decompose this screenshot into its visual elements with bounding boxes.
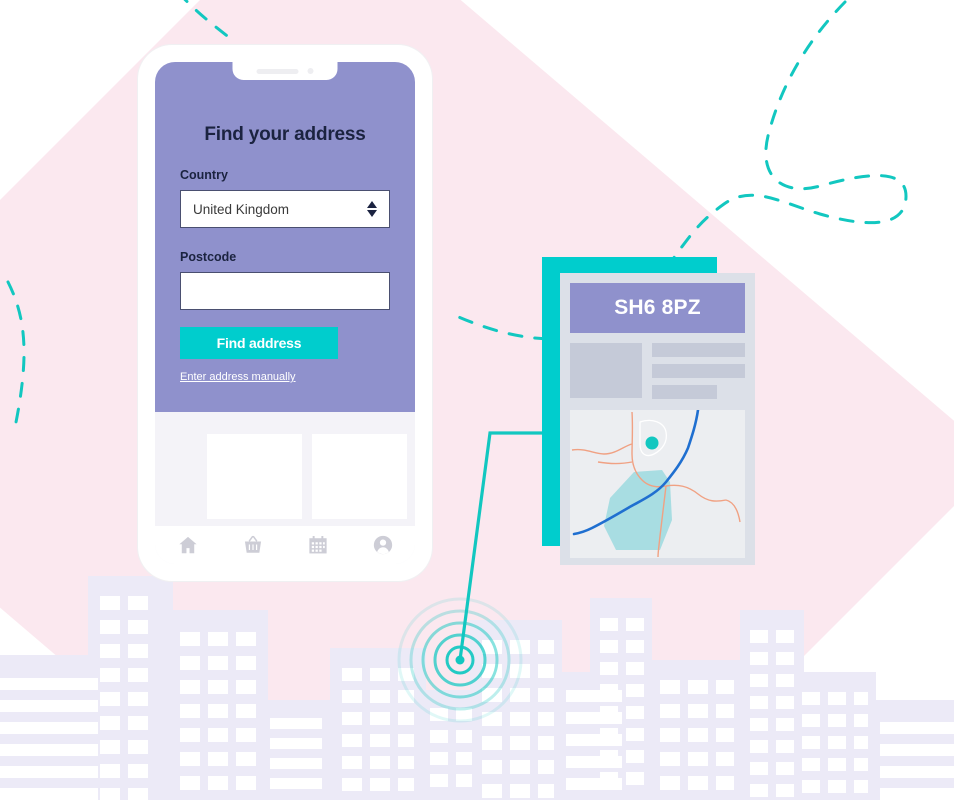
- postcode-banner: SH6 8PZ: [570, 283, 745, 333]
- radar-center-dot: [455, 655, 465, 665]
- bottom-tab-bar: [155, 526, 415, 564]
- skeleton-line: [652, 364, 745, 378]
- skeleton-line: [652, 343, 745, 357]
- phone-notch: [232, 62, 338, 80]
- country-select-value: United Kingdom: [193, 201, 290, 217]
- enter-address-manually-link[interactable]: Enter address manually: [180, 371, 296, 383]
- phone-content-area: [155, 412, 415, 526]
- dashed-path-left-edge: [6, 280, 26, 434]
- result-map[interactable]: [570, 410, 745, 558]
- dashed-path-top-left: [183, 0, 237, 44]
- postcode-result-card: SH6 8PZ: [560, 273, 755, 565]
- calendar-icon: [307, 534, 329, 556]
- notch-camera-icon: [307, 68, 314, 74]
- content-placeholder-card: [207, 434, 302, 519]
- tab-home[interactable]: [155, 534, 220, 556]
- country-select[interactable]: United Kingdom: [180, 190, 390, 228]
- illustration-canvas: SH6 8PZ Find your address Country United…: [0, 0, 954, 800]
- postcode-input-wrap[interactable]: [180, 272, 390, 310]
- country-label: Country: [180, 168, 228, 182]
- chevron-down-icon: [367, 210, 377, 217]
- result-skeleton-row: [570, 343, 745, 399]
- home-icon: [177, 534, 199, 556]
- postcode-input[interactable]: [181, 273, 389, 309]
- chevron-up-icon: [367, 201, 377, 208]
- content-placeholder-card: [312, 434, 407, 519]
- tab-basket[interactable]: [220, 534, 285, 556]
- select-stepper-icon: [367, 201, 377, 217]
- basket-icon: [242, 534, 264, 556]
- address-form-panel: Find your address Country United Kingdom…: [155, 62, 415, 412]
- phone-mockup: Find your address Country United Kingdom…: [138, 45, 432, 581]
- notch-speaker-icon: [256, 68, 299, 74]
- phone-screen: Find your address Country United Kingdom…: [155, 62, 415, 564]
- skeleton-text-lines: [652, 343, 745, 399]
- account-icon: [372, 534, 394, 556]
- radar-rings: [397, 597, 523, 723]
- find-address-button[interactable]: Find address: [180, 327, 338, 359]
- postcode-value: SH6 8PZ: [614, 296, 701, 319]
- page-title: Find your address: [204, 124, 366, 145]
- tab-account[interactable]: [350, 534, 415, 556]
- map-location-marker: [645, 436, 659, 450]
- skeleton-thumbnail: [570, 343, 642, 398]
- tab-calendar[interactable]: [285, 534, 350, 556]
- postcode-label: Postcode: [180, 250, 237, 264]
- skeleton-line: [652, 385, 718, 399]
